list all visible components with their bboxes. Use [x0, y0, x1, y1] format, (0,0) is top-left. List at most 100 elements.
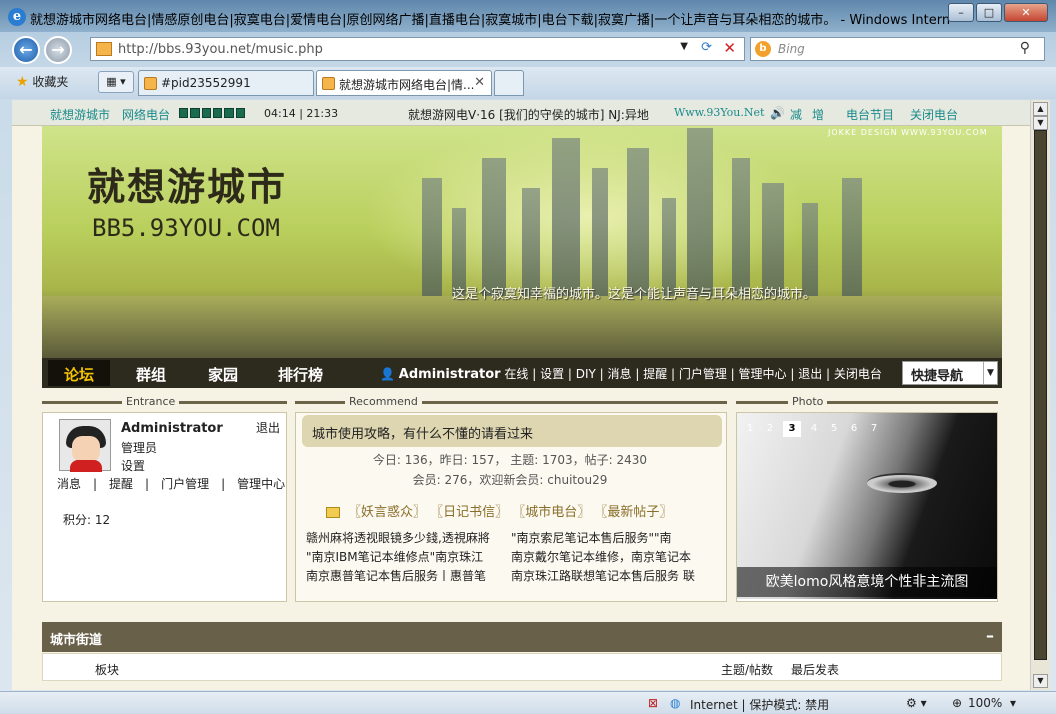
entrance-username[interactable]: Administrator — [121, 421, 223, 436]
radio-subtitle[interactable]: 网络电台 — [122, 106, 170, 123]
zoom-level[interactable]: 100% — [968, 696, 1002, 710]
refresh-icon[interactable]: ⟳ — [701, 40, 712, 55]
site-logo[interactable]: 就想游城市 — [87, 156, 287, 211]
page-scrollbar[interactable]: ▲ ▼ ▼ — [1030, 100, 1050, 690]
list-item[interactable]: "南京IBM笔记本维修点"南京珠江 — [306, 548, 501, 567]
close-radio-link[interactable]: 关闭电台 — [910, 106, 958, 123]
photo-page-2[interactable]: 2 — [761, 421, 779, 437]
category-list[interactable]: 〖妖言惑众〗 〖日记书信〗 〖城市电台〗 〖最新帖子〗 — [348, 505, 672, 520]
nav-groups[interactable]: 群组 — [136, 364, 166, 385]
list-item[interactable]: 南京惠普笔记本售后服务丨惠普笔 — [306, 567, 501, 586]
photo-caption[interactable]: 欧美lomo风格意境个性非主流图 — [737, 567, 997, 597]
photo-page-6[interactable]: 6 — [845, 421, 863, 437]
back-button[interactable]: ← — [12, 36, 40, 64]
photo-page-1[interactable]: 1 — [741, 421, 759, 437]
new-tab-button[interactable] — [494, 70, 524, 96]
list-item[interactable]: 赣州麻将透视眼镜多少錢,透視麻將 — [306, 529, 501, 548]
photo-page-5[interactable]: 5 — [825, 421, 843, 437]
section-title[interactable]: 城市街道 — [50, 629, 102, 648]
list-item[interactable]: "南京索尼笔记本售后服务""南 — [511, 529, 706, 548]
site-banner: JOKKE DESIGN WWW.93YOU.COM 就想游城市 BB5.93Y… — [42, 126, 1002, 358]
user-points: 积分: 12 — [63, 513, 111, 527]
scroll-down-icon[interactable]: ▼ — [1033, 674, 1048, 688]
security-zone[interactable]: Internet | 保护模式: 禁用 — [690, 696, 829, 713]
volume-down-button[interactable]: 减 — [790, 106, 802, 123]
schedule-link[interactable]: 电台节目 — [846, 106, 894, 123]
tab-label: #pid23552991 — [161, 76, 251, 90]
main-nav: 论坛 群组 家园 排行榜 👤 Administrator 在线 | 设置 | D… — [42, 358, 1002, 388]
address-dropdown-icon[interactable]: ▼ — [680, 41, 688, 52]
recommend-panel: 城市使用攻略，有什么不懂的请看过来 今日: 136，昨日: 157， 主题: 1… — [295, 412, 727, 602]
favorites-button[interactable]: ★ 收藏夹 — [16, 73, 68, 90]
post-list-right: "南京索尼笔记本售后服务""南 南京戴尔笔记本维修，南京笔记本 南京珠江路联想笔… — [511, 529, 706, 586]
nav-home[interactable]: 家园 — [208, 364, 238, 385]
settings-gear-icon[interactable]: ⚙ ▾ — [906, 696, 927, 710]
tab-favicon-icon — [322, 77, 335, 90]
blocked-icon[interactable]: ⊠ — [648, 696, 658, 710]
scroll-up-icon[interactable]: ▲ — [1033, 102, 1048, 116]
banner-tagline: 这是个寂寞知幸福的城市。这是个能让声音与耳朵相恋的城市。 — [452, 287, 817, 302]
entrance-links[interactable]: 消息 | 提醒 | 门户管理 | 管理中心 — [57, 475, 285, 492]
photo-heading: Photo — [788, 395, 828, 408]
settings-link[interactable]: 设置 — [121, 457, 145, 474]
nav-rankings[interactable]: 排行榜 — [278, 364, 323, 385]
page-favicon-icon — [96, 42, 112, 56]
list-item[interactable]: 南京珠江路联想笔记本售后服务 联 — [511, 567, 706, 586]
user-name[interactable]: Administrator — [399, 367, 501, 382]
search-box[interactable]: b Bing ⚲ — [750, 37, 1045, 61]
address-row: ← → http://bbs.93you.net/music.php ▼ ⟳ ✕… — [0, 32, 1056, 66]
player-controls[interactable] — [179, 108, 245, 118]
chevron-down-icon: ▼ — [983, 362, 997, 384]
radio-title[interactable]: 就想游城市 — [50, 106, 110, 123]
user-role: 管理员 — [121, 441, 158, 455]
user-links[interactable]: 在线 | 设置 | DIY | 消息 | 提醒 | 门户管理 | 管理中心 | … — [504, 367, 882, 381]
close-button[interactable]: ✕ — [1004, 3, 1048, 22]
site-logo-url: BB5.93YOU.COM — [92, 214, 280, 242]
col-count: 主题/帖数 — [721, 663, 774, 677]
star-icon: ★ — [16, 74, 29, 90]
photo-page-3[interactable]: 3 — [783, 421, 801, 437]
quick-tabs-button[interactable]: ▦ ▾ — [98, 71, 134, 93]
forward-button[interactable]: → — [44, 36, 72, 64]
nav-forum[interactable]: 论坛 — [64, 364, 94, 385]
user-icon: 👤 — [380, 367, 395, 381]
entrance-header: Entrance — [42, 395, 287, 411]
tab-radio[interactable]: 就想游城市网络电台|情... ✕ — [316, 70, 492, 96]
browser-window: e 就想游城市网络电台|情感原创电台|寂寞电台|爱情电台|原创网络广播|直播电台… — [0, 0, 1056, 714]
status-bar: ⊠ ◍ Internet | 保护模式: 禁用 ⚙ ▾ ⊕ 100% ▾ — [0, 691, 1056, 714]
logout-link[interactable]: 退出 — [256, 419, 280, 436]
category-links: 〖妖言惑众〗 〖日记书信〗 〖城市电台〗 〖最新帖子〗 — [326, 501, 672, 520]
guide-link[interactable]: 城市使用攻略，有什么不懂的请看过来 — [302, 415, 722, 447]
entrance-panel: Administrator 退出 管理员 设置 消息 | 提醒 | 门户管理 |… — [42, 412, 287, 602]
quick-nav-label: 快捷导航 — [911, 369, 964, 384]
zoom-dropdown-icon[interactable]: ▾ — [1010, 696, 1016, 710]
radio-bar: 就想游城市 网络电台 04:14 | 21:33 就想游网电V·16 [我们的守… — [12, 100, 1030, 126]
collapse-button[interactable]: – — [986, 626, 994, 645]
maximize-button[interactable]: □ — [976, 3, 1002, 22]
photo-page-7[interactable]: 7 — [865, 421, 883, 437]
now-playing: 就想游网电V·16 [我们的守侯的城市] NJ:异地 — [408, 108, 649, 122]
avatar[interactable] — [59, 419, 111, 472]
photo-page-4[interactable]: 4 — [805, 421, 823, 437]
scroll-thumb[interactable] — [1034, 130, 1047, 660]
member-stats: 会员: 276，欢迎新会员: chuitou29 — [412, 473, 608, 487]
list-item[interactable]: 南京戴尔笔记本维修，南京笔记本 — [511, 548, 706, 567]
stop-icon[interactable]: ✕ — [723, 39, 736, 57]
title-bar: e 就想游城市网络电台|情感原创电台|寂寞电台|爱情电台|原创网络广播|直播电台… — [0, 0, 1056, 32]
address-url[interactable]: http://bbs.93you.net/music.php — [118, 42, 323, 57]
forum-table-header: 板块 主题/帖数 最后发表 — [42, 653, 1002, 681]
tab-close-icon[interactable]: ✕ — [474, 75, 485, 90]
speaker-icon: 🔊 — [770, 106, 785, 120]
address-bar[interactable]: http://bbs.93you.net/music.php ▼ ⟳ ✕ — [90, 37, 745, 61]
scroll-up2-icon[interactable]: ▼ — [1033, 116, 1048, 130]
banner-credit: JOKKE DESIGN WWW.93YOU.COM — [828, 128, 988, 137]
volume-up-button[interactable]: 增 — [812, 106, 824, 123]
tab-pid[interactable]: #pid23552991 — [138, 70, 314, 96]
minimize-button[interactable]: – — [948, 3, 974, 22]
search-icon[interactable]: ⚲ — [1020, 40, 1030, 56]
photo-header: Photo — [736, 395, 998, 411]
globe-icon: ◍ — [670, 696, 681, 710]
quick-nav-button[interactable]: 快捷导航 ▼ — [902, 361, 998, 385]
radio-site[interactable]: Www.93You.Net — [674, 106, 764, 119]
search-placeholder[interactable]: Bing — [778, 42, 805, 56]
